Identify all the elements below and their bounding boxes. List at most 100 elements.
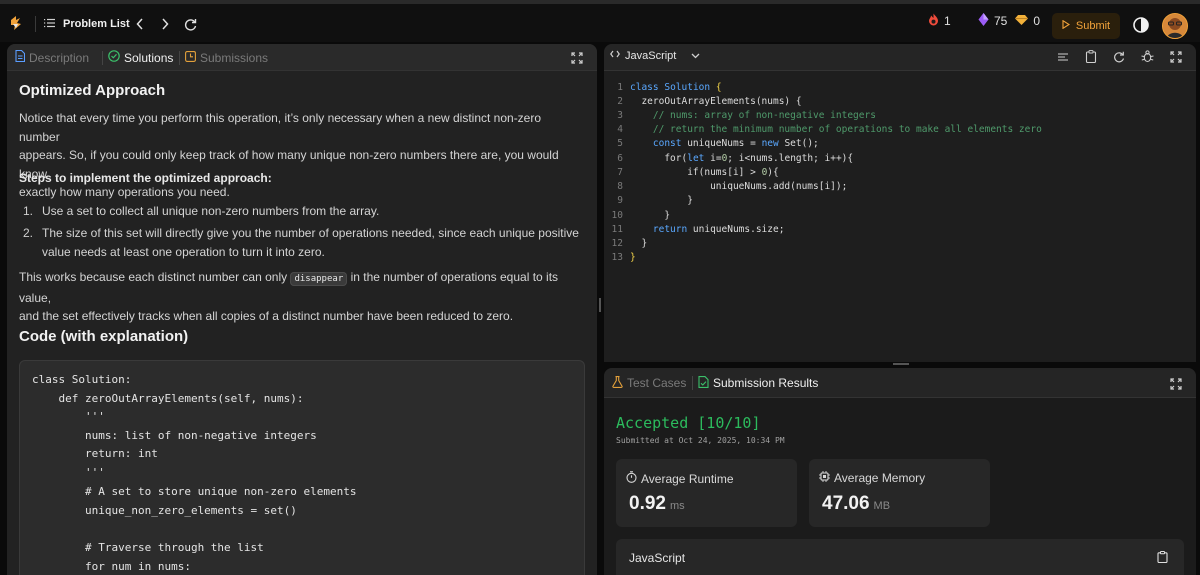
list-text: Use a set to collect all unique non-zero… [42,204,380,218]
code-line: for(let i=0; i<nums.length; i++){ [630,153,854,164]
tab-submission-results-label: Submission Results [713,376,819,390]
maximize-results-button[interactable] [1170,377,1184,391]
results-tabs: Test Cases Submission Results [604,368,1196,398]
chevron-left-icon [136,18,143,30]
align-left-icon [1058,53,1068,61]
gem-icon [978,13,989,29]
tab-solutions-label: Solutions [124,50,174,65]
runtime-value: 0.92 [629,493,666,514]
vertical-resize-handle[interactable] [599,298,601,312]
tab-description[interactable]: Description [15,44,89,71]
copy-code-button[interactable] [1085,50,1099,64]
tab-test-cases[interactable]: Test Cases [612,368,686,398]
line-number: 13 [611,252,623,263]
contrast-icon [1133,17,1149,33]
theme-toggle-button[interactable] [1131,15,1151,35]
memory-label: Average Memory [834,471,926,485]
horizontal-resize-handle[interactable] [893,363,909,365]
code-line: class Solution: [32,373,132,386]
code-icon [610,49,620,62]
refresh-icon [184,18,196,31]
submission-status: Accepted [10/10] [616,414,761,432]
chevron-right-icon [162,18,169,30]
text-line: and the set effectively tracks when all … [19,309,514,323]
tab-submission-results[interactable]: Submission Results [698,368,818,398]
maximize-editor-button[interactable] [1170,50,1184,64]
paragraph: This works because each distinct number … [19,268,584,326]
runtime-card: Average Runtime 0.92 ms [616,459,797,527]
maximize-icon [571,52,583,64]
text-line: Notice that every time you perform this … [19,111,542,144]
coin-icon [1015,14,1029,28]
list-number: 1. [23,204,34,218]
line-number: 4 [617,124,623,135]
shuffle-button[interactable] [179,13,201,35]
results-panel: Test Cases Submission Results Accepted [… [604,368,1196,575]
points-display[interactable]: 75 0 [978,13,1040,29]
code-line: if(nums[i] > 0){ [630,167,779,178]
tab-solutions[interactable]: Solutions [108,44,173,71]
code-line: zeroOutArrayElements(nums) { [630,96,802,107]
list-item: 2. The size of this set will directly gi… [23,224,583,261]
code-line: } [630,210,671,221]
memory-card: Average Memory 47.06 MB [809,459,990,527]
bug-icon [1141,50,1154,63]
code-line: unique_non_zero_elements = set() [32,504,297,517]
editor-header: JavaScript [604,44,1196,71]
tab-divider [692,376,693,390]
format-code-button[interactable] [1057,50,1071,64]
submit-button[interactable]: Submit [1052,13,1120,39]
tab-divider [102,51,103,65]
settings-button[interactable] [1141,50,1155,64]
text-line: This works because each distinct number … [19,268,584,307]
streak-counter[interactable]: 1 [928,13,951,29]
prev-problem-button[interactable] [129,13,151,35]
code-line: } [630,238,648,249]
code-line: def zeroOutArrayElements(self, nums): [32,392,304,405]
streak-count: 1 [944,14,951,28]
tab-description-label: Description [29,50,90,65]
code-line: nums: list of non-negative integers [32,429,317,442]
list-text: value needs at least one operation to tu… [42,244,325,259]
text-segment: This works because each distinct number … [19,270,291,284]
next-problem-button[interactable] [154,13,176,35]
check-circle-icon [108,50,120,65]
reset-icon [1114,51,1125,63]
inline-code: disappear [290,272,348,286]
clipboard-icon [1157,551,1168,564]
runtime-unit: ms [669,500,685,512]
code-line: # Traverse through the list [32,541,264,554]
code-line: } [630,195,693,206]
maximize-icon [1170,378,1182,390]
user-avatar[interactable] [1162,13,1188,39]
reset-code-button[interactable] [1113,50,1127,64]
list-icon [44,18,55,31]
problem-tabs: Description Solutions Submissions [7,44,597,71]
line-number: 7 [617,167,623,178]
code-comment: // nums: array of non-negative integers [630,110,876,121]
gem-count: 75 [994,14,1008,28]
line-number: 1 [617,82,623,93]
timer-icon [626,471,637,486]
maximize-panel-button[interactable] [571,51,585,65]
result-document-icon [698,375,709,391]
code-block: class Solution: def zeroOutArrayElements… [19,360,585,575]
submission-timestamp: Submitted at Oct 24, 2025, 10:34 PM [616,436,785,445]
submitted-language: JavaScript [629,551,686,565]
copy-submission-button[interactable] [1157,550,1171,564]
paragraph: Notice that every time you perform this … [19,109,584,202]
code-line: return uniqueNums.size; [630,224,785,235]
chip-icon [819,471,830,485]
list-item: 1. Use a set to collect all unique non-z… [23,202,583,221]
code-line: const uniqueNums = new Set(); [630,138,819,149]
history-icon [185,50,196,65]
problem-list-button[interactable]: Problem List [44,11,130,37]
line-number: 12 [611,238,623,249]
app-logo-icon[interactable] [6,13,26,33]
runtime-value-group: 0.92 ms [629,493,685,515]
language-select[interactable]: JavaScript [610,49,700,62]
runtime-header: Average Runtime [626,471,734,486]
memory-value: 47.06 [822,493,870,514]
memory-value-group: 47.06 MB [822,493,890,515]
tab-submissions[interactable]: Submissions [185,44,268,71]
